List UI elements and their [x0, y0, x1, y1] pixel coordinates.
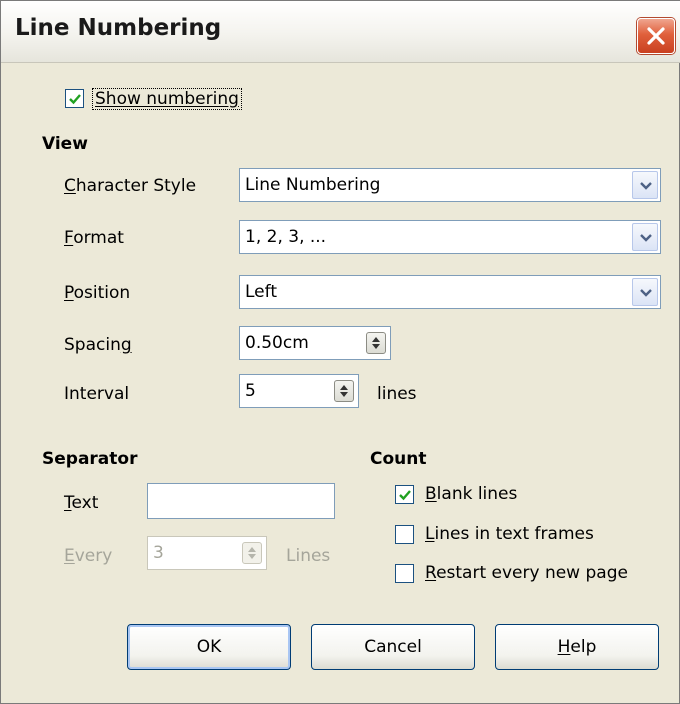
count-heading: Count [370, 449, 427, 469]
every-label: Every [64, 546, 113, 566]
format-label: Format [64, 228, 124, 248]
lines-in-text-frames-label[interactable]: Lines in text frames [425, 524, 594, 544]
lines-in-text-frames-checkbox[interactable] [395, 525, 414, 544]
position-select[interactable]: Left [239, 275, 661, 309]
character-style-select[interactable]: Line Numbering [239, 168, 661, 202]
character-style-label: Character Style [64, 176, 197, 196]
every-value: 3 [153, 543, 164, 563]
blank-lines-label[interactable]: Blank lines [425, 484, 517, 504]
view-heading: View [42, 134, 88, 154]
every-spinbox[interactable]: 3 [147, 536, 267, 570]
close-button[interactable] [637, 18, 675, 54]
spacing-value: 0.50cm [245, 333, 309, 353]
close-icon [647, 27, 665, 45]
format-value: 1, 2, 3, ... [245, 227, 327, 247]
line-numbering-dialog: Line Numbering Show numbering View Chara… [0, 0, 680, 704]
spacing-spinbox[interactable]: 0.50cm [239, 326, 391, 360]
position-label: Position [64, 283, 131, 303]
check-icon [69, 94, 81, 105]
interval-spin-buttons[interactable] [334, 380, 354, 402]
chevron-down-icon [640, 182, 652, 190]
character-style-value: Line Numbering [245, 175, 381, 195]
character-style-dropdown-button[interactable] [632, 171, 658, 199]
blank-lines-checkbox[interactable] [395, 485, 414, 504]
restart-every-new-page-checkbox[interactable] [395, 564, 414, 583]
restart-every-new-page-label[interactable]: Restart every new page [425, 563, 628, 583]
spin-arrows-icon [340, 385, 348, 397]
ok-button[interactable]: OK [127, 624, 291, 670]
every-spin-buttons[interactable] [242, 542, 262, 564]
show-numbering-checkbox[interactable] [65, 89, 84, 108]
position-value: Left [245, 282, 277, 302]
separator-text-input[interactable] [147, 483, 335, 519]
help-button[interactable]: Help [495, 624, 659, 670]
interval-unit-label: lines [377, 384, 417, 404]
interval-value: 5 [245, 381, 256, 401]
separator-text-label: Text [64, 493, 99, 513]
format-select[interactable]: 1, 2, 3, ... [239, 220, 661, 254]
spacing-label: Spacing [64, 335, 132, 355]
chevron-down-icon [640, 289, 652, 297]
spin-arrows-icon [372, 337, 380, 349]
spin-arrows-icon [248, 547, 256, 559]
interval-label: Interval [64, 384, 130, 404]
spacing-spin-buttons[interactable] [366, 332, 386, 354]
dialog-title: Line Numbering [15, 15, 222, 41]
format-dropdown-button[interactable] [632, 223, 658, 251]
title-bar[interactable]: Line Numbering [1, 1, 680, 63]
position-dropdown-button[interactable] [632, 278, 658, 306]
every-unit-label: Lines [286, 546, 331, 566]
show-numbering-label[interactable]: Show numbering [92, 88, 242, 110]
cancel-button[interactable]: Cancel [311, 624, 475, 670]
chevron-down-icon [640, 234, 652, 242]
separator-heading: Separator [42, 449, 138, 469]
check-icon [399, 490, 411, 501]
interval-spinbox[interactable]: 5 [239, 374, 359, 408]
